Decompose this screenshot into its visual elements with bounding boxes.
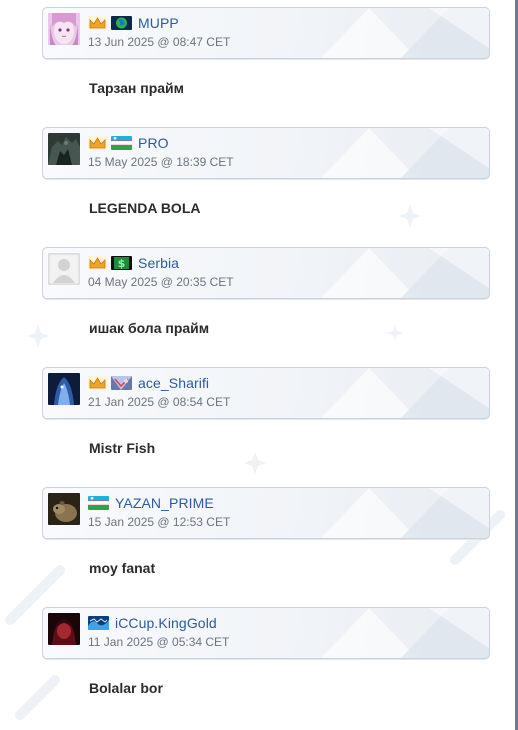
meta-line: MUPP	[88, 14, 179, 32]
avatar[interactable]	[48, 493, 80, 525]
comment-header: MUPP 13 Jun 2025 @ 08:47 CET	[42, 7, 490, 59]
header-decoration	[320, 488, 489, 538]
comment-header: YAZAN_PRIME 15 Jan 2025 @ 12:53 CET	[42, 487, 490, 539]
uzbekistan-flag-icon	[88, 496, 109, 510]
username-link[interactable]: PRO	[138, 135, 169, 151]
crown-icon	[88, 376, 107, 390]
comment: $ Serbia 04 May 2025 @ 20:35 CET ишак бо…	[0, 240, 518, 360]
meta-line: YAZAN_PRIME	[88, 494, 214, 512]
header-decoration	[320, 608, 489, 658]
dollar-flag-icon: $	[111, 256, 132, 270]
meta-line: $ Serbia	[88, 254, 179, 272]
comment: YAZAN_PRIME 15 Jan 2025 @ 12:53 CET moy …	[0, 480, 518, 600]
comment-header: iCCup.KingGold 11 Jan 2025 @ 05:34 CET	[42, 607, 490, 659]
globe-flag-icon	[111, 16, 132, 30]
comment-text: ишак бола прайм	[89, 320, 210, 336]
comment: ace_Sharifi 21 Jan 2025 @ 08:54 CET Mist…	[0, 360, 518, 480]
username-link[interactable]: Serbia	[138, 255, 179, 271]
comment-text: Bolalar bor	[89, 680, 163, 696]
username-link[interactable]: YAZAN_PRIME	[115, 495, 214, 511]
username-link[interactable]: ace_Sharifi	[138, 375, 209, 391]
header-decoration	[320, 368, 489, 418]
comment-date: 11 Jan 2025 @ 05:34 CET	[88, 635, 230, 649]
comment-text: Тарзан прайм	[89, 80, 185, 96]
meta-line: iCCup.KingGold	[88, 614, 217, 632]
meta-line: PRO	[88, 134, 169, 152]
avatar[interactable]	[48, 13, 80, 45]
comment: iCCup.KingGold 11 Jan 2025 @ 05:34 CET B…	[0, 600, 518, 720]
comment-date: 13 Jun 2025 @ 08:47 CET	[88, 35, 231, 49]
comment-date: 04 May 2025 @ 20:35 CET	[88, 275, 234, 289]
username-link[interactable]: MUPP	[138, 15, 179, 31]
header-decoration	[320, 248, 489, 298]
custom-flag-icon	[111, 376, 132, 390]
comment: PRO 15 May 2025 @ 18:39 CET LEGENDA BOLA	[0, 120, 518, 240]
comment-header: PRO 15 May 2025 @ 18:39 CET	[42, 127, 490, 179]
avatar[interactable]	[48, 613, 80, 645]
iccup-flag-icon	[88, 616, 109, 630]
comment-header: ace_Sharifi 21 Jan 2025 @ 08:54 CET	[42, 367, 490, 419]
comment-date: 15 May 2025 @ 18:39 CET	[88, 155, 234, 169]
avatar[interactable]	[48, 253, 80, 285]
comments-list: MUPP 13 Jun 2025 @ 08:47 CET Тарзан прай…	[0, 0, 518, 720]
header-decoration	[320, 8, 489, 58]
crown-icon	[88, 16, 107, 30]
crown-icon	[88, 136, 107, 150]
header-decoration	[320, 128, 489, 178]
comment-text: moy fanat	[89, 560, 156, 576]
comment-date: 15 Jan 2025 @ 12:53 CET	[88, 515, 231, 529]
avatar[interactable]	[48, 373, 80, 405]
username-link[interactable]: iCCup.KingGold	[115, 615, 217, 631]
comment-text: LEGENDA BOLA	[89, 200, 201, 216]
meta-line: ace_Sharifi	[88, 374, 209, 392]
comment-header: $ Serbia 04 May 2025 @ 20:35 CET	[42, 247, 490, 299]
comment: MUPP 13 Jun 2025 @ 08:47 CET Тарзан прай…	[0, 0, 518, 120]
crown-icon	[88, 256, 107, 270]
avatar[interactable]	[48, 133, 80, 165]
comment-date: 21 Jan 2025 @ 08:54 CET	[88, 395, 231, 409]
uzbekistan-flag-icon	[111, 136, 132, 150]
svg-text:$: $	[118, 257, 126, 270]
comment-text: Mistr Fish	[89, 440, 156, 456]
